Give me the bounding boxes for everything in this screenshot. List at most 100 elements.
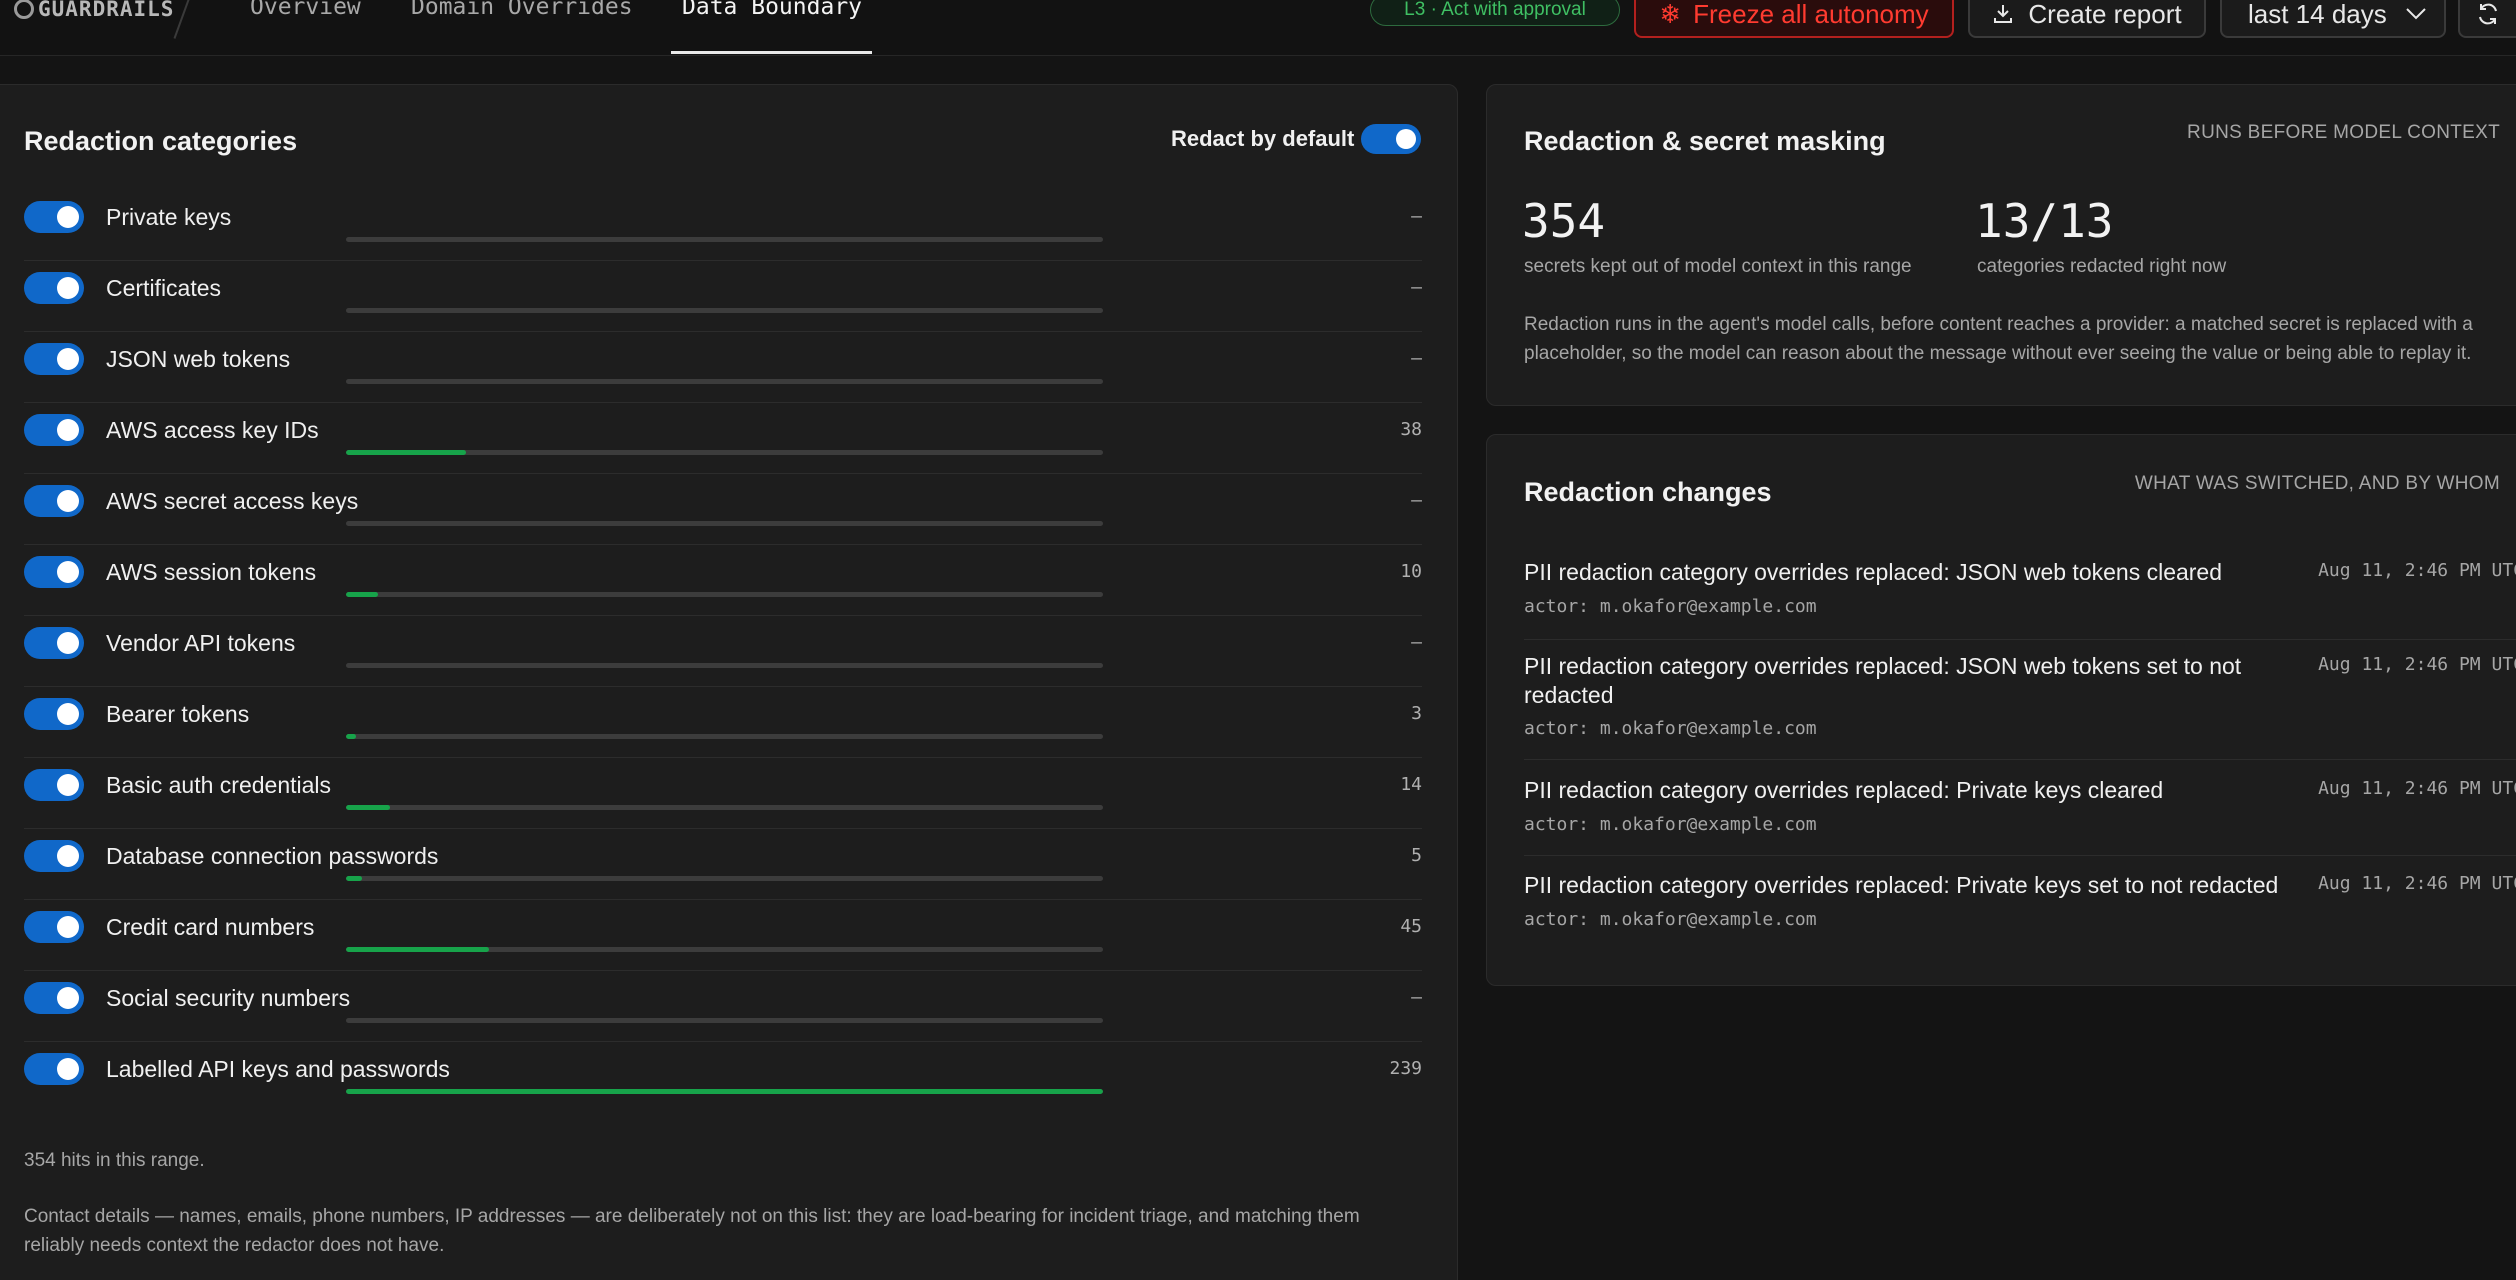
change-actor: actor: m.okafor@example.com bbox=[1524, 596, 1817, 617]
category-hit-count: – bbox=[1411, 206, 1422, 227]
category-hits-bar-fill bbox=[346, 876, 362, 881]
categories-redacted-caption: categories redacted right now bbox=[1977, 256, 2227, 277]
category-hits-bar bbox=[346, 663, 1103, 668]
brand-divider bbox=[173, 0, 193, 39]
create-report-label: Create report bbox=[2028, 0, 2182, 29]
category-toggle[interactable] bbox=[24, 1053, 84, 1085]
category-label: Basic auth credentials bbox=[106, 772, 332, 798]
category-toggle[interactable] bbox=[24, 982, 84, 1014]
category-row: Social security numbers – bbox=[24, 971, 1422, 1042]
category-row: AWS session tokens 10 bbox=[24, 545, 1422, 616]
category-hit-count: – bbox=[1411, 490, 1422, 511]
category-hit-count: – bbox=[1411, 632, 1422, 653]
category-hit-count: 10 bbox=[1400, 561, 1422, 582]
category-hit-count: 38 bbox=[1400, 419, 1422, 440]
category-label: AWS session tokens bbox=[106, 559, 317, 585]
brand: GUARDRAILS bbox=[14, 0, 175, 24]
category-toggle[interactable] bbox=[24, 343, 84, 375]
change-title: PII redaction category overrides replace… bbox=[1524, 872, 2279, 898]
create-report-button[interactable]: Create report bbox=[1968, 0, 2206, 38]
category-hits-bar-fill bbox=[346, 805, 391, 810]
chevron-down-icon bbox=[2406, 8, 2426, 20]
category-hit-count: – bbox=[1411, 277, 1422, 298]
category-hits-bar bbox=[346, 521, 1103, 526]
category-row: Vendor API tokens – bbox=[24, 616, 1422, 687]
change-title: PII redaction category overrides replace… bbox=[1524, 559, 2223, 585]
freeze-label: Freeze all autonomy bbox=[1693, 0, 1929, 29]
change-timestamp: Aug 11, 2:46 PM UTC bbox=[2318, 873, 2516, 894]
redact-by-default-label: Redact by default bbox=[1171, 126, 1355, 151]
top-bar: GUARDRAILS Overview Domain Overrides Dat… bbox=[0, 0, 2516, 56]
category-row: Basic auth credentials 14 bbox=[24, 758, 1422, 829]
category-hit-count: – bbox=[1411, 348, 1422, 369]
freeze-autonomy-button[interactable]: ❄ Freeze all autonomy bbox=[1634, 0, 1954, 38]
download-icon bbox=[1994, 5, 2013, 23]
change-actor: actor: m.okafor@example.com bbox=[1524, 814, 1817, 835]
range-select[interactable]: last 14 days bbox=[2220, 0, 2446, 38]
change-item: PII redaction category overrides replace… bbox=[1524, 776, 2516, 856]
contact-details-note: Contact details — names, emails, phone n… bbox=[24, 1206, 1360, 1256]
category-row: Private keys – bbox=[24, 190, 1422, 261]
autonomy-level-badge: L3 · Act with approval bbox=[1370, 0, 1620, 26]
category-hits-bar-fill bbox=[346, 450, 467, 455]
category-label: Credit card numbers bbox=[106, 914, 315, 940]
category-label: Private keys bbox=[106, 204, 232, 230]
redaction-categories-title: Redaction categories bbox=[24, 126, 298, 156]
category-toggle[interactable] bbox=[24, 201, 84, 233]
category-hits-bar-fill bbox=[346, 592, 378, 597]
tab-domain-overrides[interactable]: Domain Overrides bbox=[411, 0, 633, 54]
category-toggle[interactable] bbox=[24, 627, 84, 659]
category-label: Social security numbers bbox=[106, 985, 351, 1011]
category-toggle[interactable] bbox=[24, 556, 84, 588]
redaction-changes-title: Redaction changes bbox=[1524, 477, 1772, 507]
category-hits-bar bbox=[346, 308, 1103, 313]
category-label: Vendor API tokens bbox=[106, 630, 296, 656]
category-hit-count: 239 bbox=[1389, 1058, 1422, 1079]
change-item: PII redaction category overrides replace… bbox=[1524, 871, 2516, 951]
category-label: Bearer tokens bbox=[106, 701, 250, 727]
category-label: AWS access key IDs bbox=[106, 417, 319, 443]
change-item: PII redaction category overrides replace… bbox=[1524, 652, 2516, 760]
category-hits-bar bbox=[346, 592, 1103, 597]
redact-by-default-toggle[interactable] bbox=[1361, 124, 1421, 154]
category-label: Labelled API keys and passwords bbox=[106, 1056, 450, 1082]
refresh-icon bbox=[2479, 3, 2497, 25]
category-toggle[interactable] bbox=[24, 911, 84, 943]
category-hits-bar bbox=[346, 876, 1103, 881]
category-hits-bar-fill bbox=[346, 734, 356, 739]
category-hit-count: 5 bbox=[1411, 845, 1422, 866]
category-label: Database connection passwords bbox=[106, 843, 439, 869]
category-label: AWS secret access keys bbox=[106, 488, 359, 514]
category-hit-count: 3 bbox=[1411, 703, 1422, 724]
brand-name: GUARDRAILS bbox=[38, 0, 175, 21]
category-label: Certificates bbox=[106, 275, 222, 301]
tab-overview[interactable]: Overview bbox=[250, 0, 361, 54]
category-hits-bar bbox=[346, 1089, 1103, 1094]
secret-masking-title: Redaction & secret masking bbox=[1524, 126, 1886, 156]
category-label: JSON web tokens bbox=[106, 346, 291, 372]
category-row: Credit card numbers 45 bbox=[24, 900, 1422, 971]
categories-redacted-value: 13/13 bbox=[1975, 194, 2114, 248]
category-toggle[interactable] bbox=[24, 485, 84, 517]
category-hits-bar-fill bbox=[346, 1089, 1103, 1094]
change-timestamp: Aug 11, 2:46 PM UTC bbox=[2318, 560, 2516, 581]
category-toggle[interactable] bbox=[24, 272, 84, 304]
tab-data-boundary[interactable]: Data Boundary bbox=[682, 0, 862, 54]
category-row: Bearer tokens 3 bbox=[24, 687, 1422, 758]
category-row: Certificates – bbox=[24, 261, 1422, 332]
category-hits-bar bbox=[346, 379, 1103, 384]
category-toggle[interactable] bbox=[24, 414, 84, 446]
range-label: last 14 days bbox=[2248, 0, 2387, 29]
category-toggle[interactable] bbox=[24, 840, 84, 872]
change-title: PII redaction category overrides replace… bbox=[1524, 777, 2164, 803]
category-hit-count: 14 bbox=[1400, 774, 1422, 795]
category-toggle[interactable] bbox=[24, 698, 84, 730]
freeze-icon: ❄ bbox=[1659, 0, 1682, 29]
change-actor: actor: m.okafor@example.com bbox=[1524, 718, 1817, 739]
category-hits-bar bbox=[346, 237, 1103, 242]
category-toggle[interactable] bbox=[24, 769, 84, 801]
change-timestamp: Aug 11, 2:46 PM UTC bbox=[2318, 778, 2516, 799]
category-hits-bar bbox=[346, 450, 1103, 455]
refresh-button[interactable] bbox=[2458, 0, 2516, 38]
category-hit-count: – bbox=[1411, 987, 1422, 1008]
